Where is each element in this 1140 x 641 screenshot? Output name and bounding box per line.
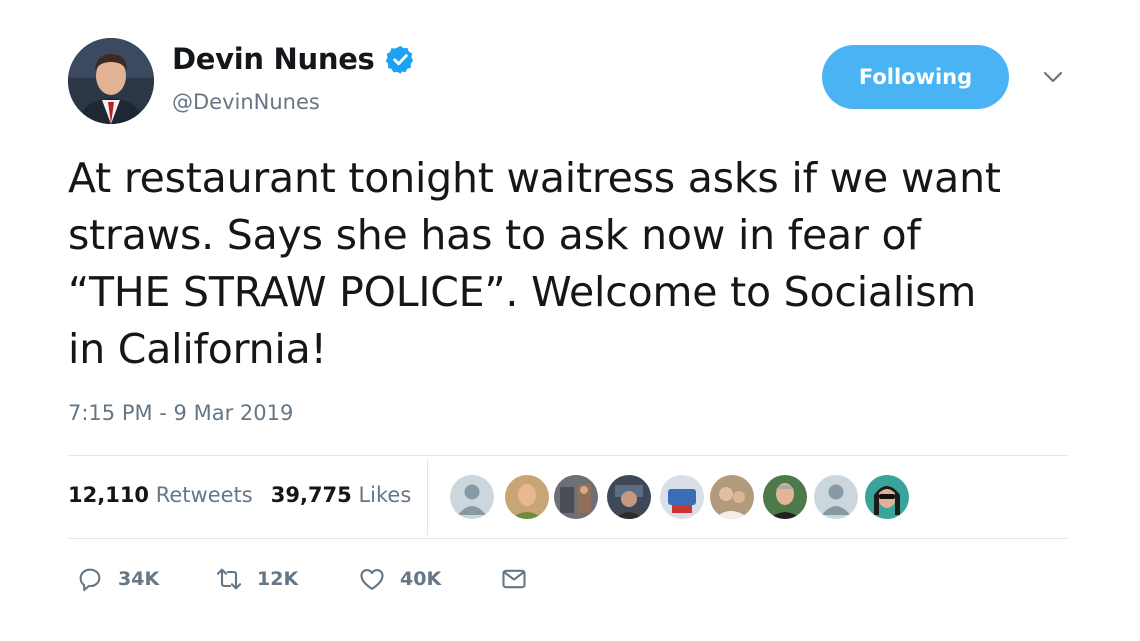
likes-count: 39,775 bbox=[270, 483, 352, 507]
heart-icon bbox=[360, 568, 384, 590]
author-display-name[interactable]: Devin Nunes bbox=[172, 42, 375, 76]
liker-avatar[interactable] bbox=[763, 475, 807, 519]
liker-avatar[interactable] bbox=[450, 475, 494, 519]
author-avatar[interactable] bbox=[68, 38, 154, 124]
liker-avatar[interactable] bbox=[660, 475, 704, 519]
retweets-stat[interactable]: 12,110 Retweets bbox=[68, 483, 253, 507]
divider bbox=[68, 455, 1068, 456]
direct-message-button[interactable] bbox=[500, 565, 528, 593]
like-button[interactable]: 40K bbox=[358, 565, 441, 593]
tweet-timestamp[interactable]: 7:15 PM - 9 Mar 2019 bbox=[68, 401, 293, 425]
author-handle[interactable]: @DevinNunes bbox=[172, 90, 320, 114]
author-name[interactable]: Devin Nunes bbox=[172, 42, 416, 76]
retweets-label: Retweets bbox=[155, 483, 253, 507]
retweet-count: 12K bbox=[257, 568, 299, 590]
verified-badge-icon bbox=[385, 44, 416, 75]
envelope-icon bbox=[502, 569, 526, 589]
liker-avatar[interactable] bbox=[814, 475, 858, 519]
reply-count: 34K bbox=[118, 568, 160, 590]
reply-button[interactable]: 34K bbox=[76, 565, 159, 593]
retweet-icon bbox=[216, 568, 242, 590]
chevron-down-icon[interactable] bbox=[1040, 68, 1066, 88]
divider bbox=[68, 538, 1068, 539]
liker-avatar[interactable] bbox=[607, 475, 651, 519]
retweet-button[interactable]: 12K bbox=[215, 565, 298, 593]
likes-stat[interactable]: 39,775 Likes bbox=[271, 483, 412, 507]
following-button[interactable]: Following bbox=[822, 45, 1009, 109]
stats-divider bbox=[427, 459, 428, 535]
liker-avatar[interactable] bbox=[505, 475, 549, 519]
tweet-text: At restaurant tonight waitress asks if w… bbox=[68, 154, 1001, 373]
reply-icon bbox=[79, 568, 101, 592]
liker-avatar[interactable] bbox=[554, 475, 598, 519]
tweet-card: Devin Nunes @DevinNunes Following At res… bbox=[0, 0, 1140, 641]
likes-label: Likes bbox=[358, 483, 412, 507]
retweets-count: 12,110 bbox=[68, 483, 150, 507]
liker-avatar[interactable] bbox=[865, 475, 909, 519]
liker-avatar[interactable] bbox=[710, 475, 754, 519]
like-count: 40K bbox=[400, 568, 442, 590]
tweet-stats: 12,110 Retweets 39,775 Likes bbox=[68, 483, 411, 507]
profile-photo bbox=[68, 38, 154, 124]
